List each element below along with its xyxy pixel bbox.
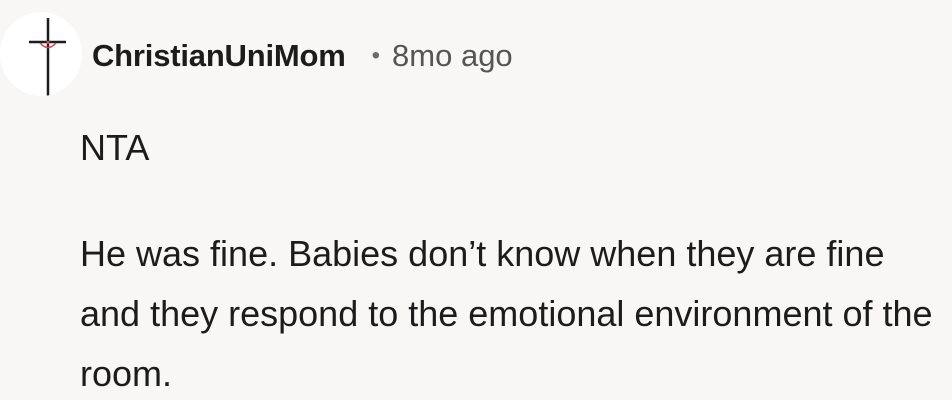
comment-timestamp[interactable]: 8mo ago bbox=[392, 38, 513, 74]
comment-body: NTA He was fine. Babies don’t know when … bbox=[80, 118, 946, 400]
avatar[interactable] bbox=[0, 12, 82, 96]
comment: ChristianUniMom • 8mo ago NTA He was fin… bbox=[0, 0, 952, 400]
meta-separator: • bbox=[371, 42, 381, 69]
comment-header: ChristianUniMom • 8mo ago bbox=[92, 34, 513, 78]
comment-paragraph: He was fine. Babies don’t know when they… bbox=[80, 233, 933, 394]
author-username[interactable]: ChristianUniMom bbox=[92, 38, 346, 74]
comment-paragraph: NTA bbox=[80, 127, 150, 168]
cross-icon bbox=[29, 18, 66, 96]
